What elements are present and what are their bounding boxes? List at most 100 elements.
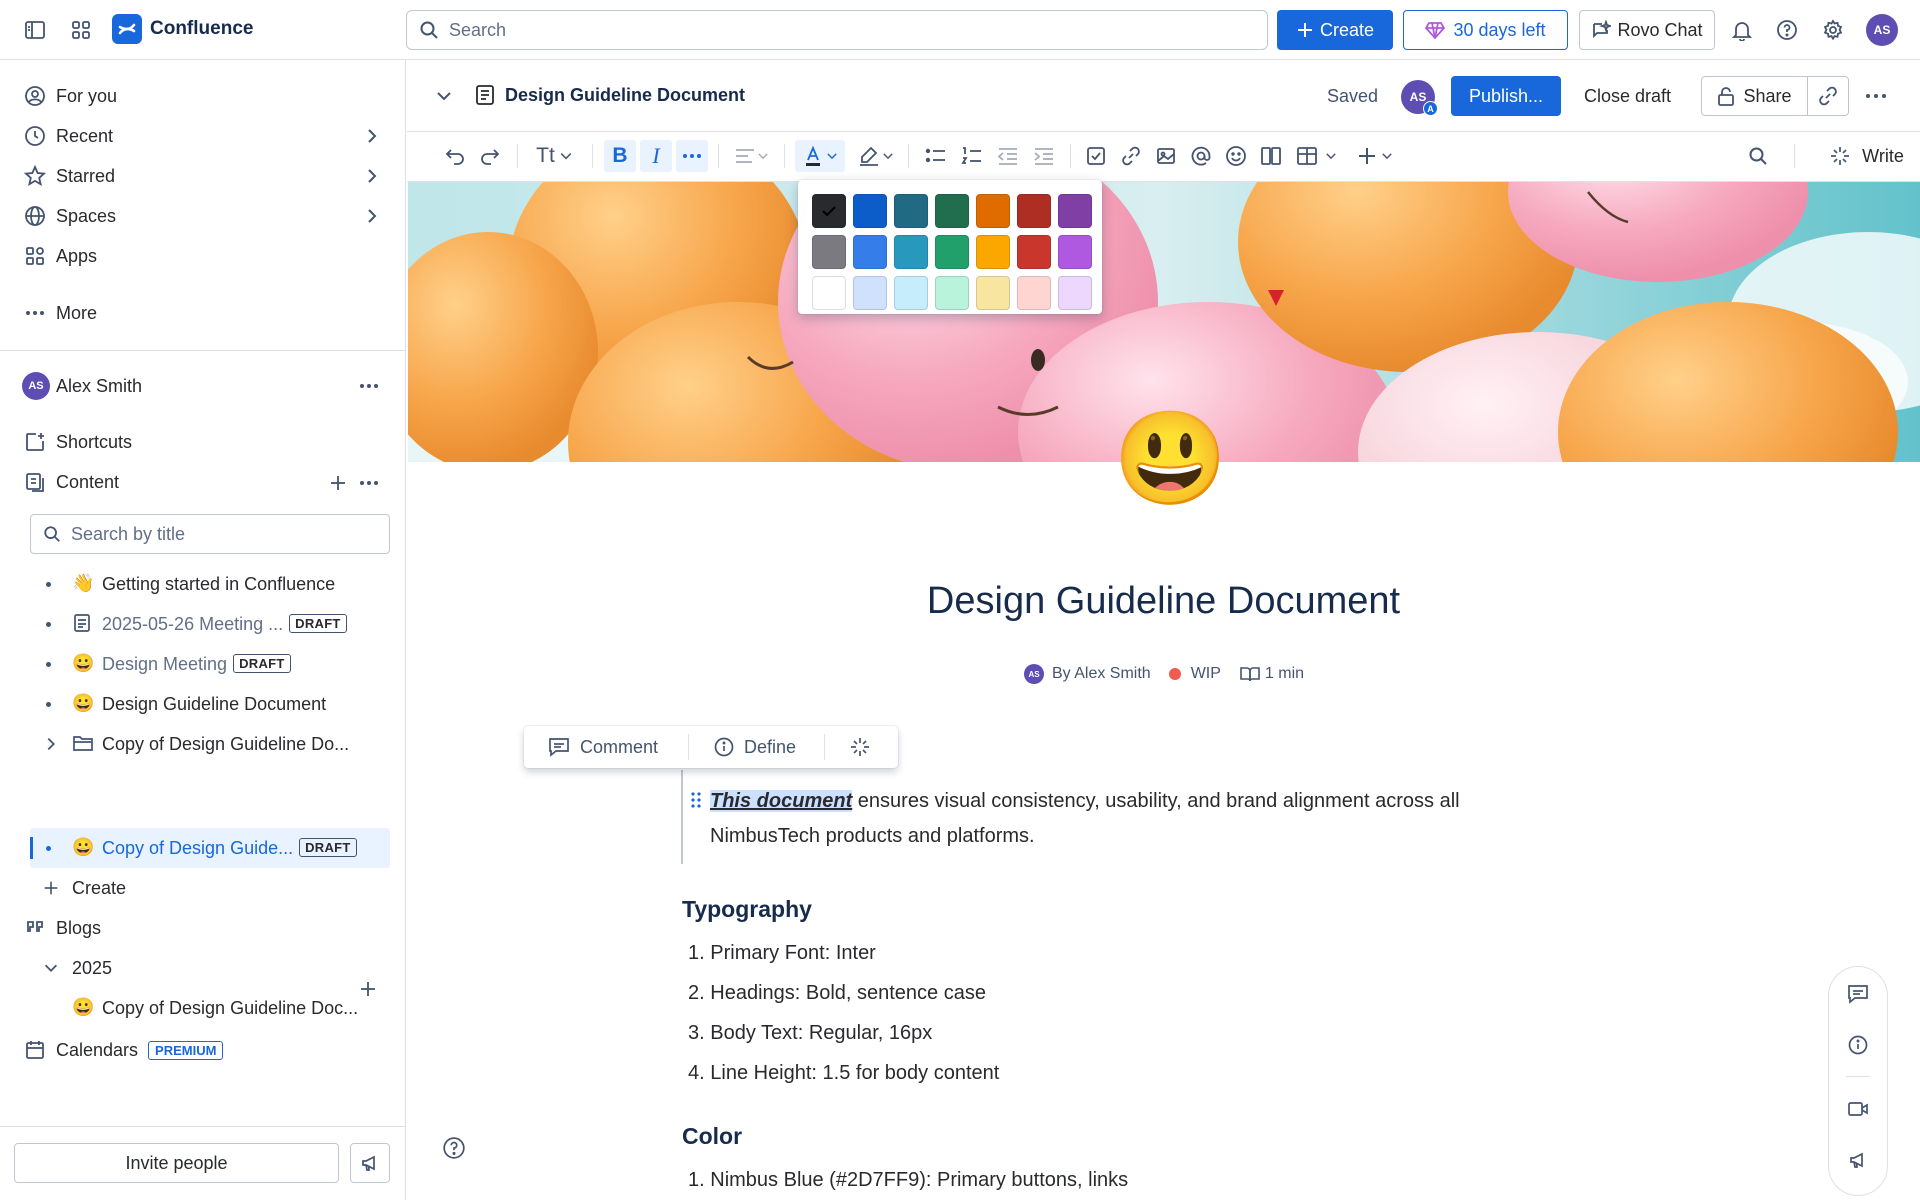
color-swatch[interactable] xyxy=(1058,276,1092,310)
text-style-dropdown[interactable]: Tt xyxy=(530,140,580,172)
video-loom-icon[interactable] xyxy=(1844,1095,1872,1123)
blog-year-item[interactable]: 2025 xyxy=(30,949,390,987)
color-swatch[interactable] xyxy=(1017,235,1051,269)
indent-icon[interactable] xyxy=(1028,140,1060,172)
color-swatch[interactable] xyxy=(935,194,969,228)
chevron-right-icon[interactable] xyxy=(362,126,382,146)
list-item[interactable]: 2. Headings: Bold, sentence case xyxy=(688,982,986,1005)
chevron-down-icon[interactable] xyxy=(42,959,60,977)
color-swatch[interactable] xyxy=(1058,235,1092,269)
user-avatar[interactable]: AS xyxy=(1866,14,1898,46)
share-button[interactable]: Share xyxy=(1701,76,1808,116)
mention-icon[interactable] xyxy=(1185,140,1217,172)
chevron-right-icon[interactable] xyxy=(362,206,382,226)
author-byline[interactable]: By Alex Smith xyxy=(1052,665,1151,683)
highlight-dropdown[interactable] xyxy=(852,140,900,172)
color-swatch[interactable] xyxy=(853,194,887,228)
color-swatch[interactable] xyxy=(1017,194,1051,228)
layout-columns-icon[interactable] xyxy=(1255,140,1287,172)
color-swatch[interactable] xyxy=(976,194,1010,228)
color-swatch[interactable] xyxy=(1017,276,1051,310)
create-page-item[interactable]: Create xyxy=(30,869,390,907)
space-avatar[interactable]: AS xyxy=(22,372,50,400)
more-formatting-icon[interactable] xyxy=(676,140,708,172)
list-item[interactable]: 3. Body Text: Regular, 16px xyxy=(688,1022,932,1045)
rovo-chat-button[interactable]: Rovo Chat xyxy=(1579,10,1715,50)
tree-item-current[interactable]: 😀 Copy of Design Guide... DRAFT xyxy=(30,829,390,867)
text-color-dropdown[interactable] xyxy=(795,140,845,172)
page-title[interactable]: Design Guideline Document xyxy=(407,580,1920,623)
collapse-chevron-down-icon[interactable] xyxy=(434,86,454,106)
space-owner-name[interactable]: Alex Smith xyxy=(56,376,142,397)
tree-item[interactable]: Copy of Design Guideline Do... xyxy=(30,725,390,763)
outdent-icon[interactable] xyxy=(992,140,1024,172)
color-swatch[interactable] xyxy=(812,235,846,269)
tree-item[interactable]: 😀 Design Guideline Document xyxy=(30,685,390,723)
global-search-input[interactable]: Search xyxy=(406,10,1268,50)
sidebar-item-recent[interactable]: Recent xyxy=(14,117,394,155)
page-emoji-icon[interactable]: 😃 xyxy=(1113,408,1228,510)
chevron-right-icon[interactable] xyxy=(362,166,382,186)
tree-item[interactable]: 😀 Design Meeting DRAFT xyxy=(30,645,390,683)
feedback-megaphone-icon[interactable] xyxy=(350,1143,390,1183)
trial-button[interactable]: 30 days left xyxy=(1403,10,1568,50)
define-button[interactable]: Define xyxy=(714,726,796,768)
comments-panel-icon[interactable] xyxy=(1844,980,1872,1008)
details-info-icon[interactable] xyxy=(1844,1031,1872,1059)
color-heading[interactable]: Color xyxy=(682,1123,742,1150)
editor-help-icon[interactable] xyxy=(442,1136,466,1160)
italic-button[interactable]: I xyxy=(640,140,672,172)
color-swatch[interactable] xyxy=(853,276,887,310)
app-name[interactable]: Confluence xyxy=(150,18,253,40)
undo-icon[interactable] xyxy=(440,140,470,172)
color-swatch[interactable] xyxy=(976,235,1010,269)
write-ai-button[interactable]: Write xyxy=(1822,140,1912,172)
color-swatch[interactable] xyxy=(1058,194,1092,228)
invite-people-button[interactable]: Invite people xyxy=(14,1143,339,1183)
close-draft-button[interactable]: Close draft xyxy=(1584,86,1671,107)
notifications-bell-icon[interactable] xyxy=(1726,14,1758,46)
color-swatch[interactable] xyxy=(935,235,969,269)
help-icon[interactable] xyxy=(1771,14,1803,46)
bold-button[interactable]: B xyxy=(604,140,636,172)
status-label[interactable]: WIP xyxy=(1191,665,1221,683)
redo-icon[interactable] xyxy=(475,140,505,172)
sidebar-item-more[interactable]: More xyxy=(14,294,394,332)
confluence-logo-icon[interactable] xyxy=(112,14,142,44)
color-swatch[interactable] xyxy=(894,194,928,228)
color-swatch[interactable] xyxy=(894,276,928,310)
sidebar-item-apps[interactable]: Apps xyxy=(14,237,394,275)
sidebar-item-calendars[interactable]: Calendars PREMIUM xyxy=(14,1031,394,1069)
sidebar-item-blogs[interactable]: Blogs xyxy=(14,909,394,947)
color-swatch[interactable] xyxy=(894,235,928,269)
tree-item[interactable]: 👋 Getting started in Confluence xyxy=(30,565,390,603)
color-swatch[interactable] xyxy=(812,276,846,310)
sidebar-item-for-you[interactable]: For you xyxy=(14,77,394,115)
color-swatch[interactable] xyxy=(812,194,846,228)
search-by-title-input[interactable]: Search by title xyxy=(30,514,390,554)
ai-sparkle-button[interactable] xyxy=(850,726,870,768)
link-icon[interactable] xyxy=(1115,140,1147,172)
page-more-icon[interactable] xyxy=(1864,86,1888,106)
comment-button[interactable]: Comment xyxy=(548,726,658,768)
space-more-icon[interactable] xyxy=(358,376,380,396)
chevron-right-icon[interactable] xyxy=(42,735,60,753)
list-item[interactable]: 4. Line Height: 1.5 for body content xyxy=(688,1062,999,1085)
drag-handle-icon[interactable] xyxy=(690,790,702,810)
emoji-icon[interactable] xyxy=(1220,140,1252,172)
sidebar-item-starred[interactable]: Starred xyxy=(14,157,394,195)
copy-link-icon[interactable] xyxy=(1807,76,1849,116)
color-swatch[interactable] xyxy=(935,276,969,310)
publish-button[interactable]: Publish... xyxy=(1451,76,1561,116)
create-button[interactable]: Create xyxy=(1277,10,1393,50)
task-checkbox-icon[interactable] xyxy=(1080,140,1112,172)
sidebar-item-spaces[interactable]: Spaces xyxy=(14,197,394,235)
typography-heading[interactable]: Typography xyxy=(682,896,812,923)
feedback-megaphone-icon[interactable] xyxy=(1844,1146,1872,1174)
list-item[interactable]: 1. Nimbus Blue (#2D7FF9): Primary button… xyxy=(688,1169,1128,1192)
color-swatch[interactable] xyxy=(853,235,887,269)
intro-paragraph[interactable]: This document ensures visual consistency… xyxy=(710,784,1560,854)
table-dropdown[interactable] xyxy=(1292,140,1342,172)
sidebar-item-shortcuts[interactable]: Shortcuts xyxy=(14,423,394,461)
tree-item[interactable]: 2025-05-26 Meeting ... DRAFT xyxy=(30,605,390,643)
